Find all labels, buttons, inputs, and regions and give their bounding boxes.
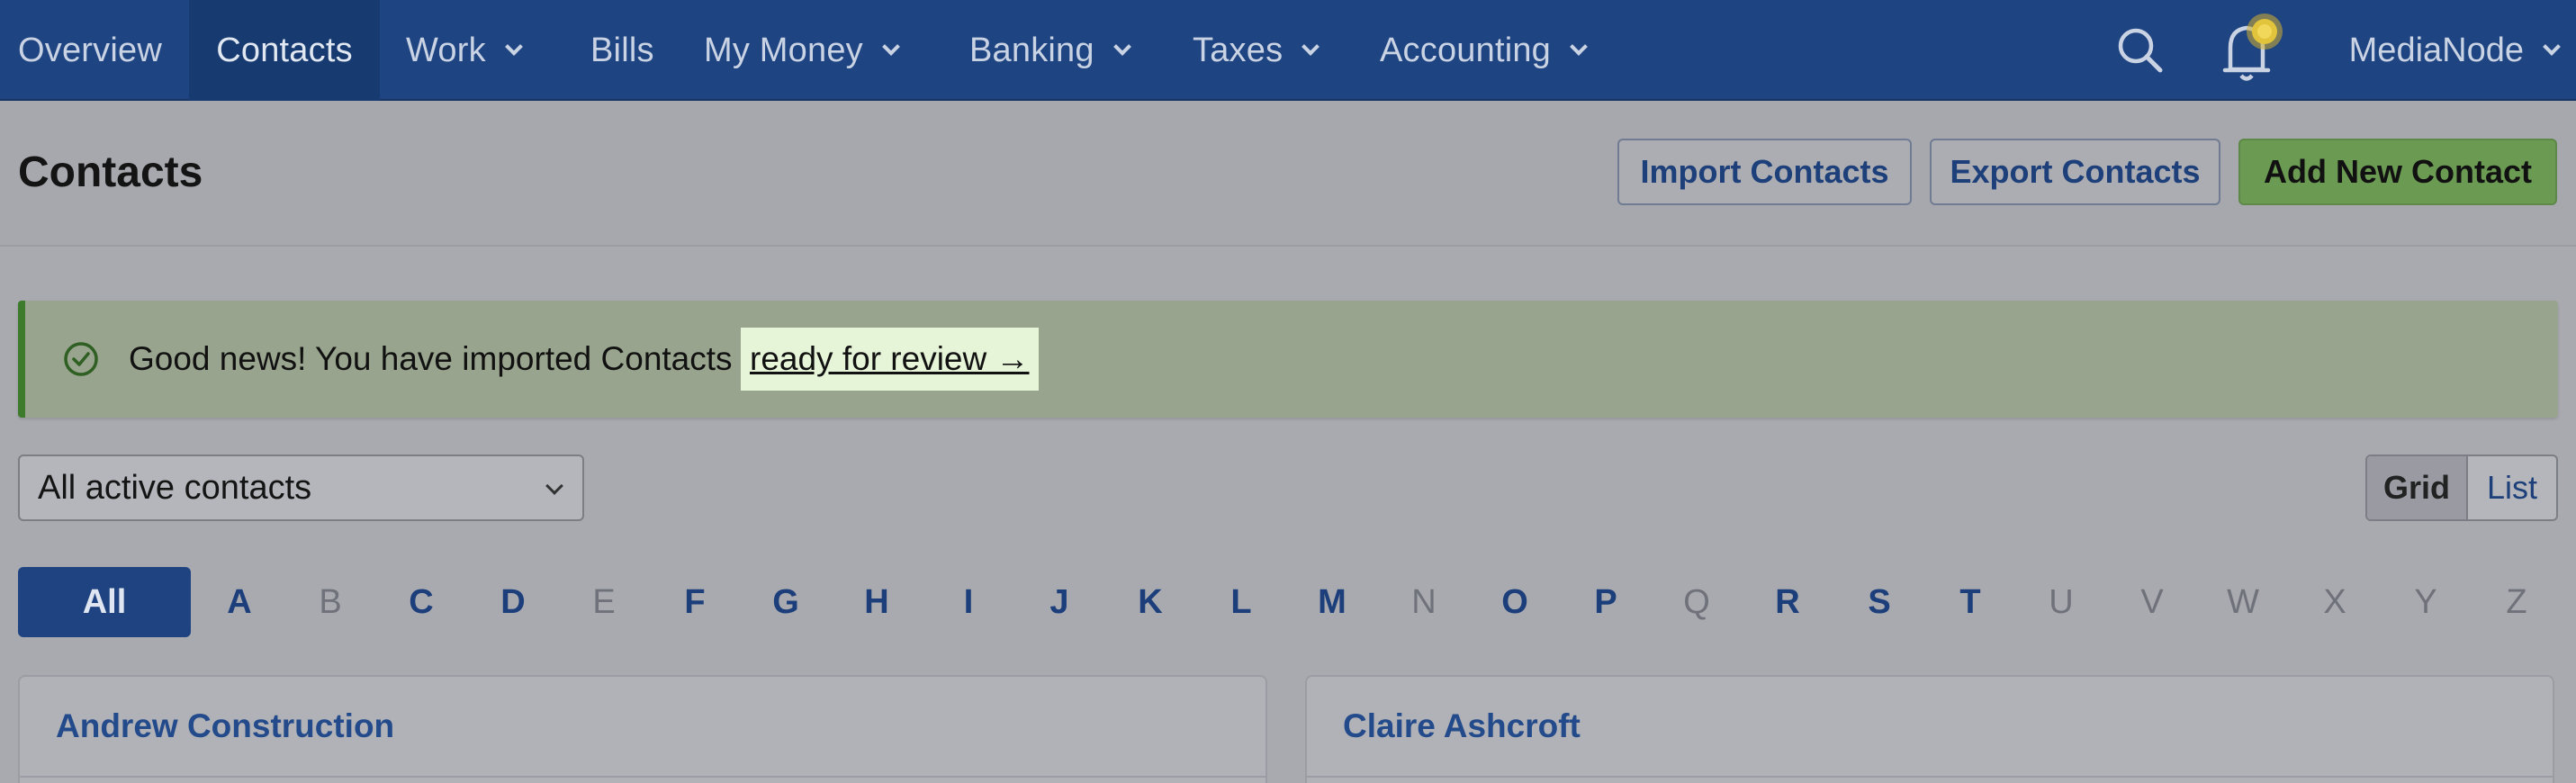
alphabet-letter-t[interactable]: T (1943, 567, 1997, 637)
alphabet-letter-r[interactable]: R (1761, 567, 1815, 637)
top-nav: Overview Contacts Work Bills My Money Ba… (0, 0, 2576, 101)
alphabet-letter-o[interactable]: O (1488, 567, 1542, 637)
card-divider (20, 776, 1265, 778)
grid-view-button[interactable]: Grid (2367, 456, 2468, 519)
alphabet-letter-q: Q (1683, 582, 1710, 621)
alphabet-letter-d[interactable]: D (486, 567, 540, 637)
alphabet-letter-l[interactable]: L (1214, 567, 1268, 637)
view-toggle: Grid List (2365, 454, 2558, 521)
contact-name[interactable]: Andrew Construction (56, 707, 394, 745)
contact-card[interactable]: Claire Ashcroft (1305, 675, 2554, 783)
alphabet-letter-f[interactable]: F (668, 567, 722, 637)
bell-icon (2222, 14, 2283, 81)
contact-card[interactable]: Andrew Construction (18, 675, 1267, 783)
nav-accounting-label: Accounting (1380, 31, 1552, 69)
nav-taxes[interactable]: Taxes (1175, 0, 1335, 101)
chevron-down-icon (1570, 38, 1588, 56)
nav-contacts-label: Contacts (216, 31, 353, 69)
chevron-down-icon (504, 38, 523, 56)
alphabet-letter-c[interactable]: C (394, 567, 448, 637)
alphabet-letter-w: W (2227, 582, 2259, 621)
nav-work[interactable]: Work (388, 0, 538, 101)
user-menu[interactable]: MediaNode (2348, 0, 2561, 101)
nav-contacts[interactable]: Contacts (189, 0, 380, 101)
chevron-down-icon (1112, 38, 1131, 56)
contact-filter-select[interactable]: All active contacts (18, 454, 584, 521)
nav-my-money[interactable]: My Money (686, 0, 915, 101)
alphabet-letter-j[interactable]: J (1032, 567, 1086, 637)
alphabet-letter-i[interactable]: I (941, 567, 995, 637)
nav-bills-label: Bills (590, 31, 654, 69)
alphabet-letter-h[interactable]: H (850, 567, 904, 637)
banner-message: Good news! You have imported Contacts (129, 340, 733, 377)
chevron-down-icon (545, 477, 563, 495)
card-divider (1307, 776, 2553, 778)
page-header: Contacts Import Contacts Export Contacts… (0, 101, 2576, 247)
chevron-down-icon (2543, 38, 2561, 56)
nav-overview-label: Overview (18, 31, 162, 69)
alphabet-letter-s[interactable]: S (1852, 567, 1906, 637)
nav-banking-label: Banking (969, 31, 1094, 69)
nav-banking[interactable]: Banking (951, 0, 1147, 101)
page-title: Contacts (18, 148, 203, 196)
alphabet-letter-z: Z (2506, 582, 2527, 621)
alphabet-letter-e: E (592, 582, 616, 621)
list-view-button[interactable]: List (2468, 456, 2556, 519)
contact-name[interactable]: Claire Ashcroft (1343, 707, 1581, 745)
nav-accounting[interactable]: Accounting (1362, 0, 1603, 101)
import-contacts-button[interactable]: Import Contacts (1617, 139, 1912, 205)
nav-taxes-label: Taxes (1193, 31, 1283, 69)
export-contacts-button[interactable]: Export Contacts (1930, 139, 2220, 205)
search-button[interactable] (2112, 0, 2169, 101)
nav-work-label: Work (406, 31, 486, 69)
alphabet-letter-g[interactable]: G (759, 567, 813, 637)
alphabet-letter-y: Y (2414, 582, 2437, 621)
alphabet-letter-u: U (2049, 582, 2074, 621)
nav-overview[interactable]: Overview (0, 0, 180, 101)
chevron-down-icon (881, 38, 900, 56)
notifications-button[interactable] (2214, 0, 2286, 101)
check-circle-icon (64, 342, 98, 376)
alphabet-all-button[interactable]: All (18, 567, 191, 637)
user-name: MediaNode (2348, 31, 2524, 69)
search-icon (2118, 28, 2163, 73)
alphabet-letter-n: N (1411, 582, 1437, 621)
filter-selected-value: All active contacts (38, 468, 312, 507)
alphabet-letter-v: V (2140, 582, 2164, 621)
nav-bills[interactable]: Bills (572, 0, 672, 101)
alphabet-letter-p[interactable]: P (1579, 567, 1633, 637)
chevron-down-icon (1302, 38, 1320, 56)
alphabet-letter-k[interactable]: K (1123, 567, 1177, 637)
alphabet-letter-a[interactable]: A (212, 567, 266, 637)
alphabet-letter-m[interactable]: M (1305, 567, 1359, 637)
alphabet-letter-x: X (2323, 582, 2346, 621)
import-success-banner: Good news! You have imported Contacts re… (18, 301, 2558, 418)
nav-my-money-label: My Money (704, 31, 863, 69)
alphabet-letter-b: B (319, 582, 342, 621)
add-new-contact-button[interactable]: Add New Contact (2238, 139, 2557, 205)
ready-for-review-link[interactable]: ready for review → (741, 328, 1039, 391)
